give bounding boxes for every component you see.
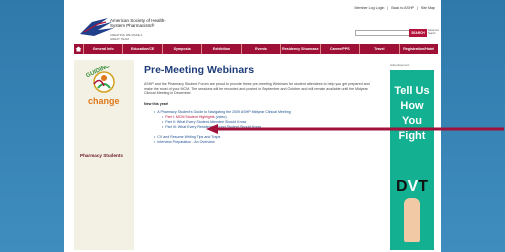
separator: | [416, 6, 418, 10]
advertisement-label: Advertisement [390, 63, 410, 67]
dvt-letter: T [418, 178, 428, 195]
top-links: Member Log Login | Back to ASHP | Site M… [352, 6, 435, 10]
intro-paragraph: ASHP and the Pharmacy Student Forum are … [144, 82, 370, 96]
site-map-link[interactable]: Site Map [421, 6, 435, 10]
nav-residency-showcase[interactable]: Residency Showcase [281, 44, 321, 54]
ad-headline: Tell Us How You Fight [390, 84, 434, 144]
search-input[interactable] [355, 30, 417, 36]
back-to-ashp-link[interactable]: Back to ASHP [391, 6, 414, 10]
main-nav: General Info Education/CE Symposia Exhib… [74, 44, 438, 54]
dvt-letter: V [407, 178, 419, 195]
list-item[interactable]: • Interview Preparation - An Overview [144, 140, 374, 145]
search-button[interactable]: SEARCH [409, 29, 427, 37]
new-this-year-heading: New this year! [144, 101, 169, 106]
background-left [0, 0, 64, 252]
dvt-letter: D [395, 178, 408, 195]
nav-education-ce[interactable]: Education/CE [123, 44, 163, 54]
list-item-label[interactable]: Interview Preparation - An Overview [157, 140, 214, 144]
nav-travel[interactable]: Travel [360, 44, 400, 54]
list-item-label[interactable]: A Pharmacy Student's Guide to Navigating… [157, 110, 290, 114]
nav-registration-hotel[interactable]: Registration/Hotel [400, 44, 438, 54]
hand-graphic [404, 198, 420, 242]
guiding-change-logo: GUIDING change [85, 66, 120, 106]
dvt-advertisement[interactable]: Tell Us How You Fight DVT [390, 70, 434, 250]
mcm-highlights-link[interactable]: Part I: MCM Student Highlights [165, 115, 214, 119]
list-item-label[interactable]: CV and Resume Writing Tips and Traps [157, 135, 220, 139]
nav-symposia[interactable]: Symposia [163, 44, 203, 54]
logo-tagline: CREATING WE MAKE A GREAT TEAM [110, 33, 143, 41]
nav-general-info[interactable]: General Info [84, 44, 124, 54]
ashp-logo[interactable]: American Society of Health-System Pharma… [78, 16, 166, 41]
dvt-wordmark: DVT [390, 178, 434, 196]
nav-career-pps[interactable]: Career/PPS [321, 44, 361, 54]
sidebar-item-pharmacy-students[interactable]: Pharmacy Students [80, 153, 123, 158]
logo-name: American Society of Health-System Pharma… [110, 18, 166, 28]
page-title: Pre-Meeting Webinars [144, 64, 255, 76]
ad-line: Tell Us [394, 85, 430, 97]
nav-events[interactable]: Events [242, 44, 282, 54]
nav-exhibition[interactable]: Exhibition [202, 44, 242, 54]
login-link[interactable]: Member Log Login [354, 6, 384, 10]
separator: | [387, 6, 389, 10]
home-button[interactable] [74, 44, 84, 54]
advanced-search-link[interactable]: Advanced Search [428, 29, 439, 35]
badge-bottom-text: change [88, 96, 120, 106]
site-header: American Society of Health-System Pharma… [64, 0, 441, 42]
pointer-arrow-icon [206, 124, 504, 134]
ad-line: How [400, 100, 424, 112]
video-note: (video) [215, 114, 227, 119]
sidebar: GUIDING change Pharmacy Students [74, 60, 134, 250]
home-icon [75, 46, 82, 52]
